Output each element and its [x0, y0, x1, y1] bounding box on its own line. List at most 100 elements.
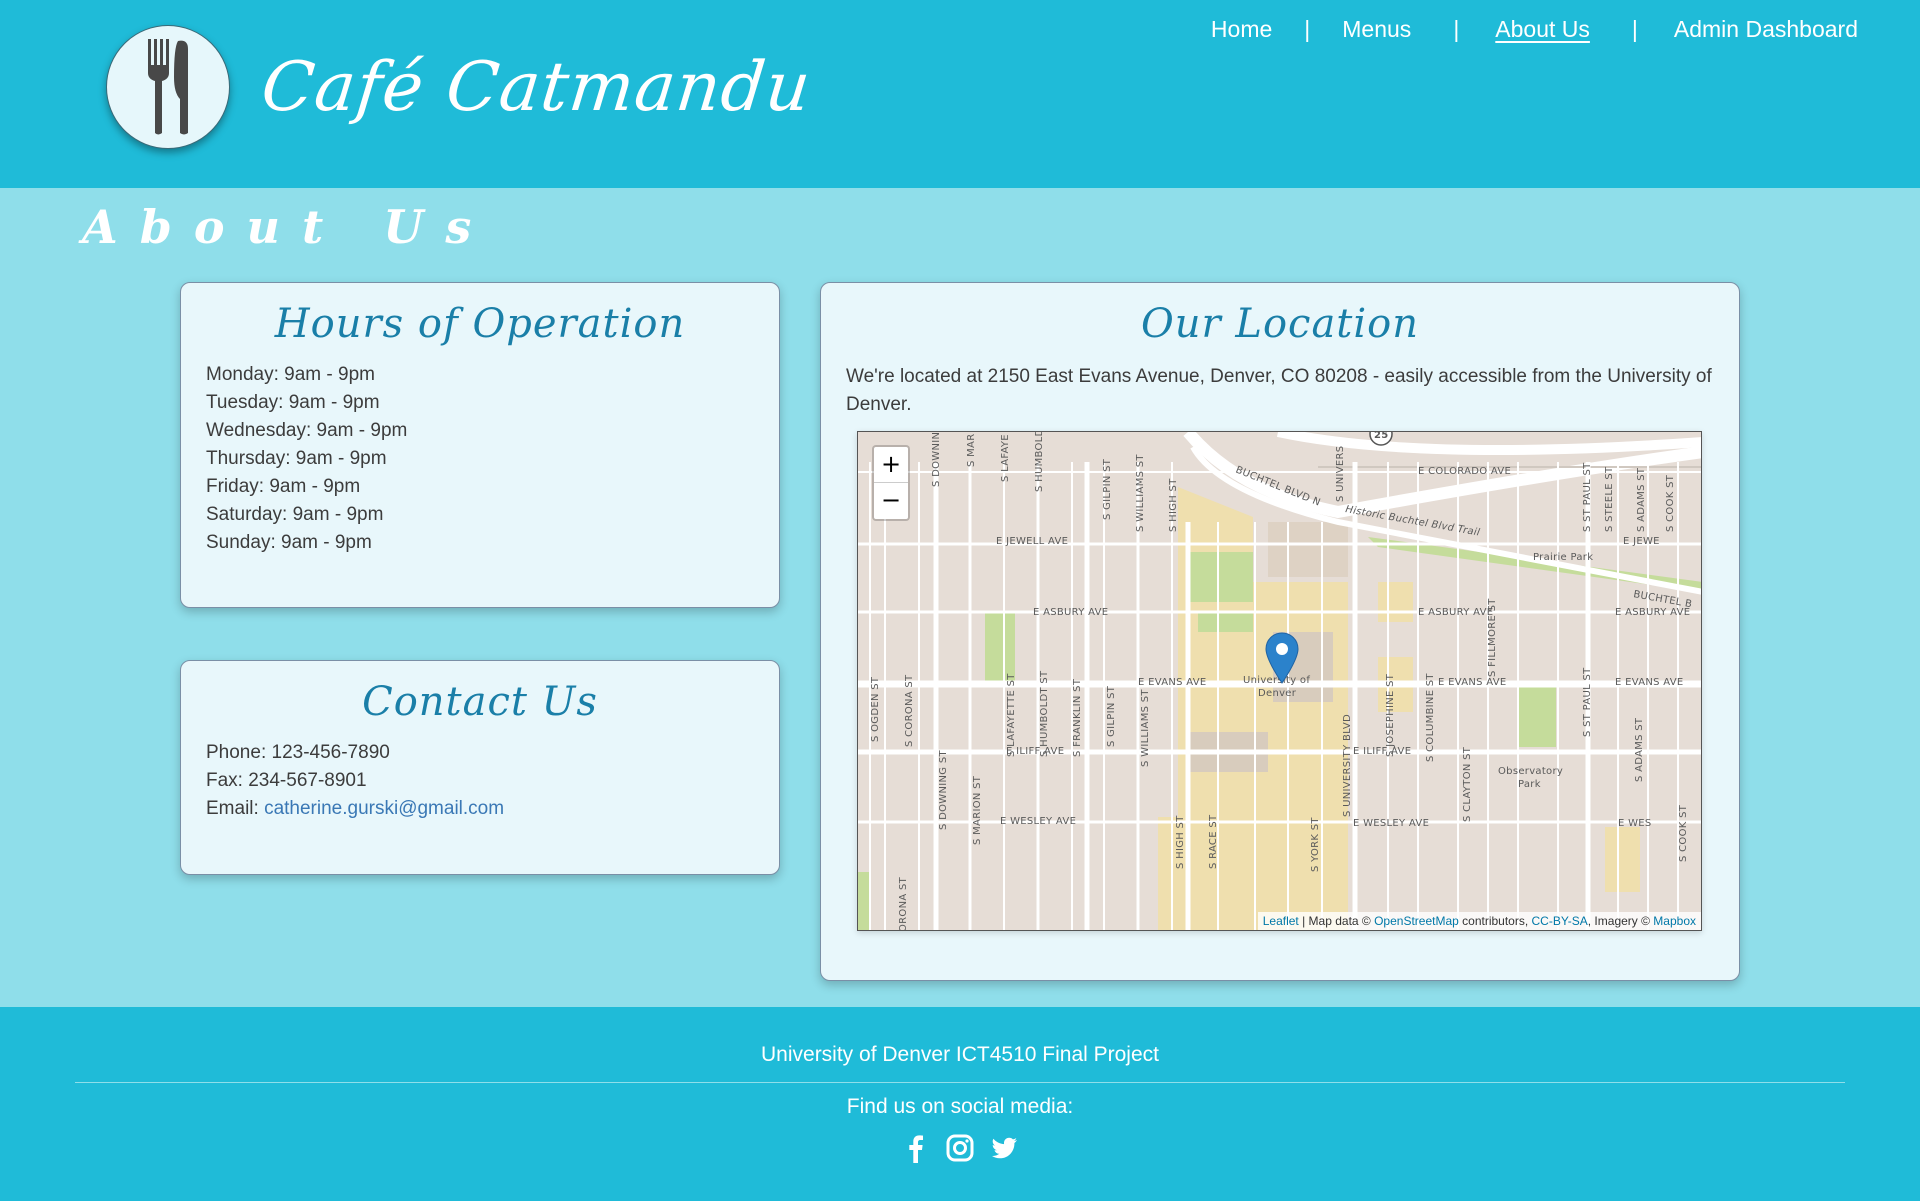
svg-text:S WILLIAMS ST: S WILLIAMS ST	[1135, 454, 1146, 532]
site-footer: University of Denver ICT4510 Final Proje…	[0, 1007, 1920, 1201]
email-label: Email:	[206, 798, 265, 819]
svg-text:S CORONA ST: S CORONA ST	[904, 674, 915, 747]
svg-text:S UNIVERS: S UNIVERS	[1335, 446, 1346, 502]
nav-home[interactable]: Home	[1211, 16, 1272, 43]
map-marker-icon[interactable]	[1265, 632, 1299, 684]
map-attribution: Leaflet | Map data © OpenStreetMap contr…	[1257, 912, 1701, 930]
svg-text:S HUMBOLDT ST: S HUMBOLDT ST	[1039, 670, 1050, 757]
svg-text:E WESLEY AVE: E WESLEY AVE	[1353, 818, 1429, 829]
svg-text:E ASBURY AVE: E ASBURY AVE	[1033, 607, 1108, 618]
svg-text:S RACE ST: S RACE ST	[1208, 814, 1219, 869]
nav-about-us[interactable]: About Us	[1495, 16, 1590, 43]
svg-text:E JEWE: E JEWE	[1623, 536, 1660, 547]
social-label: Find us on social media:	[846, 1095, 1074, 1118]
contact-card: Contact Us Phone: 123-456-7890 Fax: 234-…	[180, 660, 780, 875]
svg-text:S YORK ST: S YORK ST	[1310, 817, 1321, 872]
svg-text:S FILLMORE ST: S FILLMORE ST	[1487, 598, 1498, 677]
svg-text:E ASBURY AVE: E ASBURY AVE	[1615, 607, 1690, 618]
attribution-text: | Map data ©	[1298, 914, 1375, 928]
svg-text:S FRANKLIN ST: S FRANKLIN ST	[1072, 678, 1083, 757]
svg-text:S COOK ST: S COOK ST	[1665, 474, 1676, 532]
license-link[interactable]: CC-BY-SA	[1532, 914, 1588, 928]
hours-title: Hours of Operation	[274, 301, 686, 347]
contact-email-row: Email: catherine.gurski@gmail.com	[206, 795, 779, 823]
svg-text:S LAFAYETTE ST: S LAFAYETTE ST	[1006, 673, 1017, 757]
logo[interactable]	[106, 25, 230, 149]
main-nav: Home | Menus | About Us | Admin Dashboar…	[1211, 16, 1858, 43]
hours-item: Monday: 9am - 9pm	[206, 364, 375, 385]
svg-text:S HUMBOLD: S HUMBOLD	[1034, 432, 1045, 492]
hours-item: Thursday: 9am - 9pm	[206, 448, 387, 469]
social-icons	[0, 1133, 1920, 1163]
svg-text:E EVANS AVE: E EVANS AVE	[1615, 677, 1684, 688]
contact-fax: Fax: 234-567-8901	[206, 770, 367, 791]
footer-project-text: University of Denver ICT4510 Final Proje…	[761, 1043, 1159, 1066]
nav-admin-dashboard[interactable]: Admin Dashboard	[1674, 16, 1858, 43]
svg-text:S STEELE ST: S STEELE ST	[1604, 466, 1615, 532]
svg-text:S GILPIN ST: S GILPIN ST	[1106, 685, 1117, 747]
svg-text:E WESLEY AVE: E WESLEY AVE	[1000, 816, 1076, 827]
svg-text:E ILIFF AVE: E ILIFF AVE	[1353, 746, 1411, 757]
svg-text:E EVANS AVE: E EVANS AVE	[1138, 677, 1207, 688]
hours-item: Sunday: 9am - 9pm	[206, 532, 372, 553]
hours-item: Tuesday: 9am - 9pm	[206, 392, 380, 413]
svg-text:25: 25	[1374, 432, 1389, 441]
twitter-icon[interactable]	[989, 1133, 1019, 1163]
svg-text:E JEWELL AVE: E JEWELL AVE	[996, 536, 1068, 547]
hours-list: Monday: 9am - 9pm Tuesday: 9am - 9pm Wed…	[206, 361, 779, 557]
page-title: About Us	[82, 200, 494, 254]
svg-text:S ST PAUL ST: S ST PAUL ST	[1582, 462, 1593, 532]
svg-text:E COLORADO AVE: E COLORADO AVE	[1418, 466, 1511, 477]
svg-text:E EVANS AVE: E EVANS AVE	[1438, 677, 1507, 688]
hours-item: Friday: 9am - 9pm	[206, 476, 361, 497]
zoom-in-button[interactable]: +	[874, 447, 908, 483]
svg-text:E ASBURY AVE: E ASBURY AVE	[1418, 607, 1493, 618]
svg-text:S COLUMBINE ST: S COLUMBINE ST	[1425, 673, 1436, 762]
zoom-out-button[interactable]: −	[874, 483, 908, 519]
contact-title: Contact Us	[362, 679, 598, 725]
attribution-text: contributors,	[1458, 914, 1532, 928]
svg-text:S DOWNING ST: S DOWNING ST	[938, 750, 949, 830]
location-card: Our Location We're located at 2150 East …	[820, 282, 1740, 981]
svg-text:S WILLIAMS ST: S WILLIAMS ST	[1140, 689, 1151, 767]
openstreetmap-link[interactable]: OpenStreetMap	[1374, 914, 1459, 928]
svg-text:S HIGH ST: S HIGH ST	[1175, 815, 1186, 869]
nav-menus[interactable]: Menus	[1342, 16, 1411, 43]
svg-text:S ST PAUL ST: S ST PAUL ST	[1582, 667, 1593, 737]
map-zoom-control: + −	[872, 445, 910, 521]
svg-text:S OGDEN ST: S OGDEN ST	[870, 676, 881, 742]
park	[1518, 687, 1556, 747]
attribution-text: , Imagery ©	[1587, 914, 1654, 928]
facebook-icon[interactable]	[901, 1133, 931, 1163]
svg-text:S HIGH ST: S HIGH ST	[1168, 478, 1179, 532]
contact-list: Phone: 123-456-7890 Fax: 234-567-8901 Em…	[206, 739, 779, 823]
svg-text:E WES: E WES	[1618, 818, 1652, 829]
contact-phone: Phone: 123-456-7890	[206, 742, 390, 763]
location-title: Our Location	[1141, 301, 1419, 347]
hours-item: Saturday: 9am - 9pm	[206, 504, 384, 525]
svg-text:S MARION ST: S MARION ST	[972, 775, 983, 845]
svg-text:S ADAMS ST: S ADAMS ST	[1634, 717, 1645, 782]
brand-name[interactable]: Café Catmandu	[258, 48, 815, 127]
svg-text:S MAR: S MAR	[966, 434, 977, 467]
map[interactable]: E COLORADO AVE E JEWELL AVE E ASBURY AVE…	[857, 431, 1702, 931]
hours-card: Hours of Operation Monday: 9am - 9pm Tue…	[180, 282, 780, 608]
nav-separator: |	[1453, 16, 1460, 42]
email-link[interactable]: catherine.gurski@gmail.com	[264, 798, 504, 819]
svg-text:S DOWNIN: S DOWNIN	[931, 432, 942, 487]
leaflet-link[interactable]: Leaflet	[1263, 914, 1299, 928]
svg-text:Prairie Park: Prairie Park	[1533, 552, 1593, 563]
nav-separator: |	[1631, 16, 1638, 42]
svg-text:S CLAYTON ST: S CLAYTON ST	[1462, 746, 1473, 822]
svg-text:S LAFAYE: S LAFAYE	[1000, 434, 1011, 482]
svg-text:ORONA ST: ORONA ST	[898, 876, 909, 931]
nav-separator: |	[1304, 16, 1311, 42]
instagram-icon[interactable]	[945, 1133, 975, 1163]
fork-knife-icon	[148, 39, 188, 135]
svg-text:S GILPIN ST: S GILPIN ST	[1102, 458, 1113, 520]
svg-text:S ADAMS ST: S ADAMS ST	[1636, 467, 1647, 532]
svg-text:Observatory: Observatory	[1498, 766, 1563, 777]
footer-divider	[75, 1082, 1845, 1083]
svg-text:S JOSEPHINE ST: S JOSEPHINE ST	[1385, 673, 1396, 757]
mapbox-link[interactable]: Mapbox	[1653, 914, 1696, 928]
